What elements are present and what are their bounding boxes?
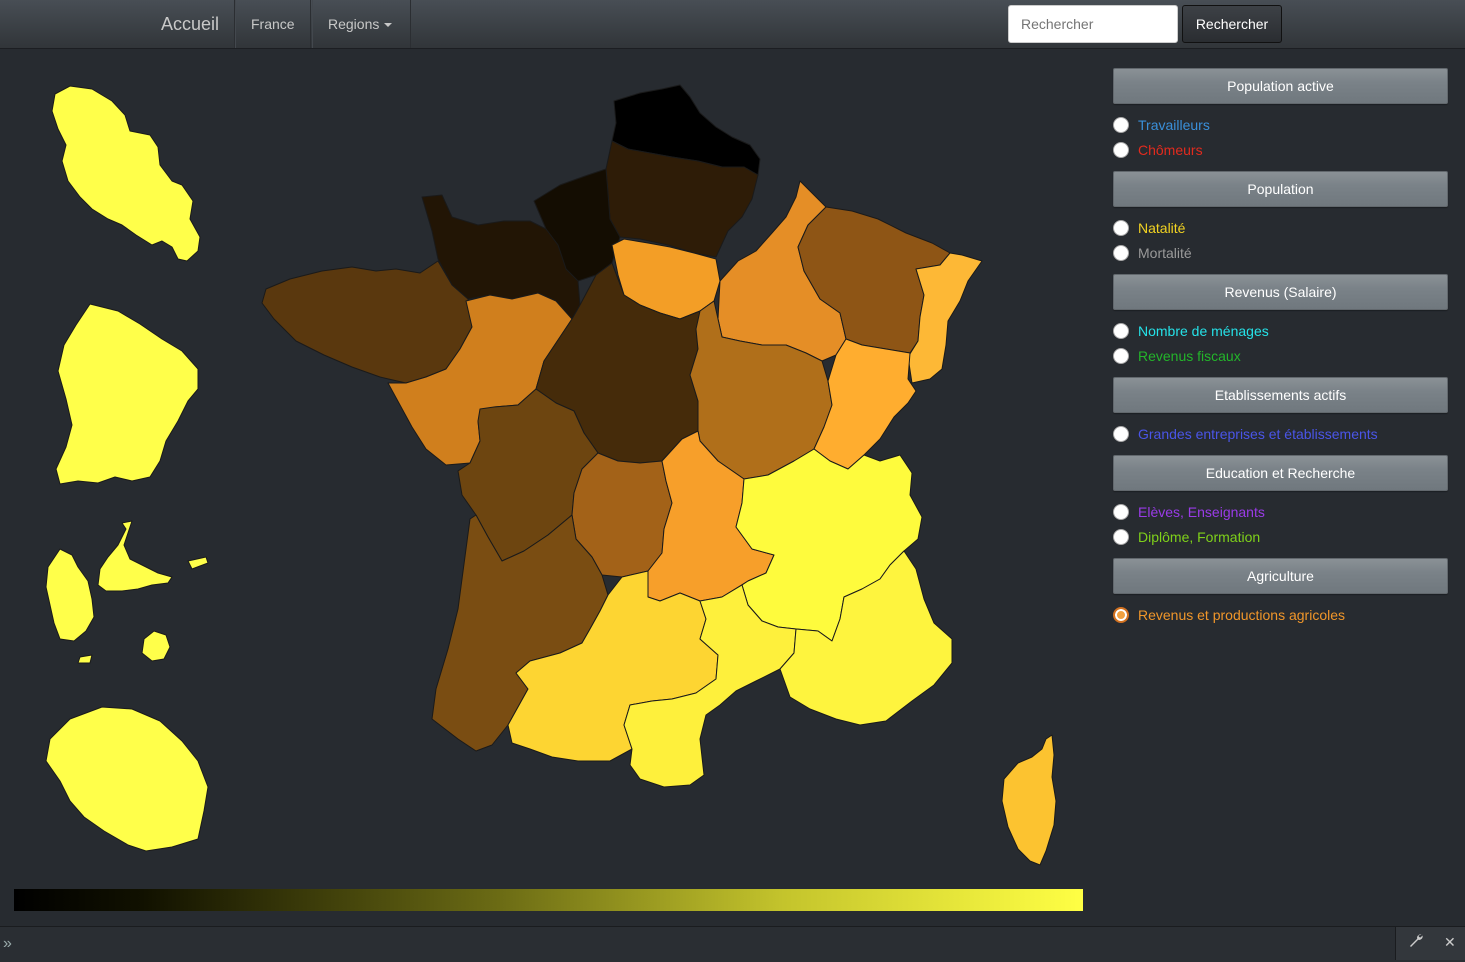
section-revenus-button[interactable]: Revenus (Salaire) bbox=[1113, 274, 1448, 310]
search-input[interactable] bbox=[1008, 5, 1178, 43]
radio-button[interactable] bbox=[1113, 323, 1129, 339]
radio-button[interactable] bbox=[1113, 529, 1129, 545]
color-scale-legend bbox=[14, 889, 1083, 911]
section-education-button[interactable]: Education et Recherche bbox=[1113, 455, 1448, 491]
section-population-button[interactable]: Population bbox=[1113, 171, 1448, 207]
radio-button[interactable] bbox=[1113, 220, 1129, 236]
toolbar-tools: ✕ bbox=[1395, 927, 1465, 960]
option-label: Natalité bbox=[1138, 220, 1186, 236]
top-navbar: Accueil France Regions Rechercher bbox=[0, 0, 1465, 49]
close-icon[interactable]: ✕ bbox=[1444, 934, 1456, 951]
france-regions-map bbox=[45, 84, 1057, 866]
search-button[interactable]: Rechercher bbox=[1182, 5, 1282, 43]
debug-toolbar: » ✕ bbox=[0, 926, 1465, 962]
double-chevron-right-icon[interactable]: » bbox=[3, 935, 12, 953]
wrench-icon[interactable] bbox=[1408, 933, 1424, 954]
option-label: Travailleurs bbox=[1138, 117, 1210, 133]
radio-button[interactable] bbox=[1113, 142, 1129, 158]
radio-button[interactable] bbox=[1113, 504, 1129, 520]
region-reunion[interactable] bbox=[45, 706, 209, 852]
radio-button[interactable] bbox=[1113, 348, 1129, 364]
option-label: Diplôme, Formation bbox=[1138, 529, 1261, 545]
option-label: Nombre de ménages bbox=[1138, 323, 1269, 339]
region-martinique[interactable] bbox=[51, 85, 201, 262]
caret-down-icon bbox=[384, 23, 393, 28]
section-agriculture-button[interactable]: Agriculture bbox=[1113, 558, 1448, 594]
region-bretagne[interactable] bbox=[261, 260, 473, 384]
region-guadeloupe[interactable] bbox=[45, 520, 209, 664]
nav-france-link[interactable]: France bbox=[235, 0, 311, 48]
option-label: Grandes entreprises et établissements bbox=[1138, 426, 1378, 442]
option-label: Mortalité bbox=[1138, 245, 1192, 261]
region-guyane[interactable] bbox=[55, 303, 199, 485]
nav-regions-label: Regions bbox=[328, 16, 380, 32]
region-corse[interactable] bbox=[1001, 734, 1057, 866]
option-label: Revenus et productions agricoles bbox=[1138, 607, 1346, 623]
option-label: Elèves, Enseignants bbox=[1138, 504, 1265, 520]
section-etablissements-button[interactable]: Etablissements actifs bbox=[1113, 377, 1448, 413]
section-population-active-button[interactable]: Population active bbox=[1113, 68, 1448, 104]
option-label: Chômeurs bbox=[1138, 142, 1203, 158]
brand-home-link[interactable]: Accueil bbox=[146, 0, 236, 48]
nav-regions-dropdown[interactable]: Regions bbox=[312, 0, 411, 48]
radio-button-selected[interactable] bbox=[1113, 607, 1129, 623]
radio-button[interactable] bbox=[1113, 117, 1129, 133]
radio-button[interactable] bbox=[1113, 426, 1129, 442]
option-label: Revenus fiscaux bbox=[1138, 348, 1241, 364]
radio-button[interactable] bbox=[1113, 245, 1129, 261]
